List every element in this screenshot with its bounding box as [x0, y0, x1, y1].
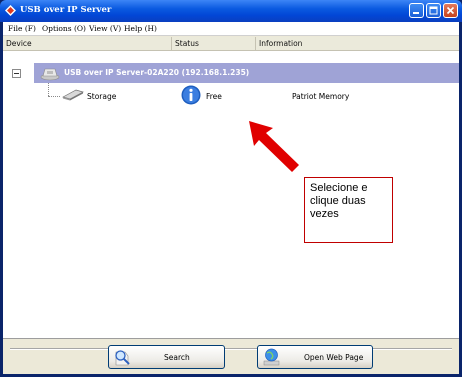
device-information: Patriot Memory [292, 92, 350, 101]
window-body: File (F) Options (O) View (V) Help (H) D… [3, 22, 459, 374]
device-list[interactable]: Device Status Information USB over IP Se… [3, 37, 459, 339]
open-web-page-button[interactable]: Open Web Page [257, 345, 373, 369]
magnifier-icon [115, 350, 130, 366]
callout-box: Selecione e clique duas vezes [304, 177, 393, 243]
title-bar[interactable]: USB over IP Server [0, 0, 462, 22]
search-button[interactable]: Search [108, 345, 225, 369]
open-web-page-label: Open Web Page [304, 353, 364, 362]
server-label: USB over IP Server-02A220 (192.168.1.235… [64, 68, 250, 77]
tree-line [48, 96, 60, 97]
button-panel [3, 339, 459, 374]
app-window: USB over IP Server File (F) Options (O) … [0, 0, 462, 377]
device-name[interactable]: Storage [87, 92, 116, 101]
minimize-icon [413, 12, 419, 14]
close-button[interactable] [443, 3, 458, 18]
info-icon [181, 85, 201, 105]
search-label: Search [164, 353, 190, 362]
server-device-icon [40, 68, 60, 81]
tree-collapse-toggle[interactable] [12, 69, 21, 78]
column-information[interactable]: Information [256, 37, 459, 50]
column-status[interactable]: Status [172, 37, 256, 50]
usb-drive-icon [62, 89, 84, 101]
tree-line [48, 83, 49, 96]
maximize-icon [429, 6, 438, 15]
globe-icon [263, 348, 280, 366]
separator [10, 348, 452, 350]
menu-bar: File (F) Options (O) View (V) Help (H) [3, 22, 459, 36]
maximize-button[interactable] [426, 3, 441, 18]
menu-help[interactable]: Help (H) [124, 24, 157, 33]
column-device[interactable]: Device [3, 37, 172, 50]
device-status: Free [206, 92, 222, 101]
list-header: Device Status Information [3, 37, 459, 51]
menu-options[interactable]: Options (O) [42, 24, 86, 33]
close-icon [446, 6, 455, 15]
menu-file[interactable]: File (F) [8, 24, 36, 33]
window-title: USB over IP Server [20, 5, 112, 15]
callout-text: Selecione e clique duas vezes [310, 182, 368, 220]
usb-server-icon [5, 5, 16, 16]
menu-view[interactable]: View (V) [89, 24, 121, 33]
minimize-button[interactable] [409, 3, 424, 18]
red-arrow-annotation [249, 121, 299, 172]
